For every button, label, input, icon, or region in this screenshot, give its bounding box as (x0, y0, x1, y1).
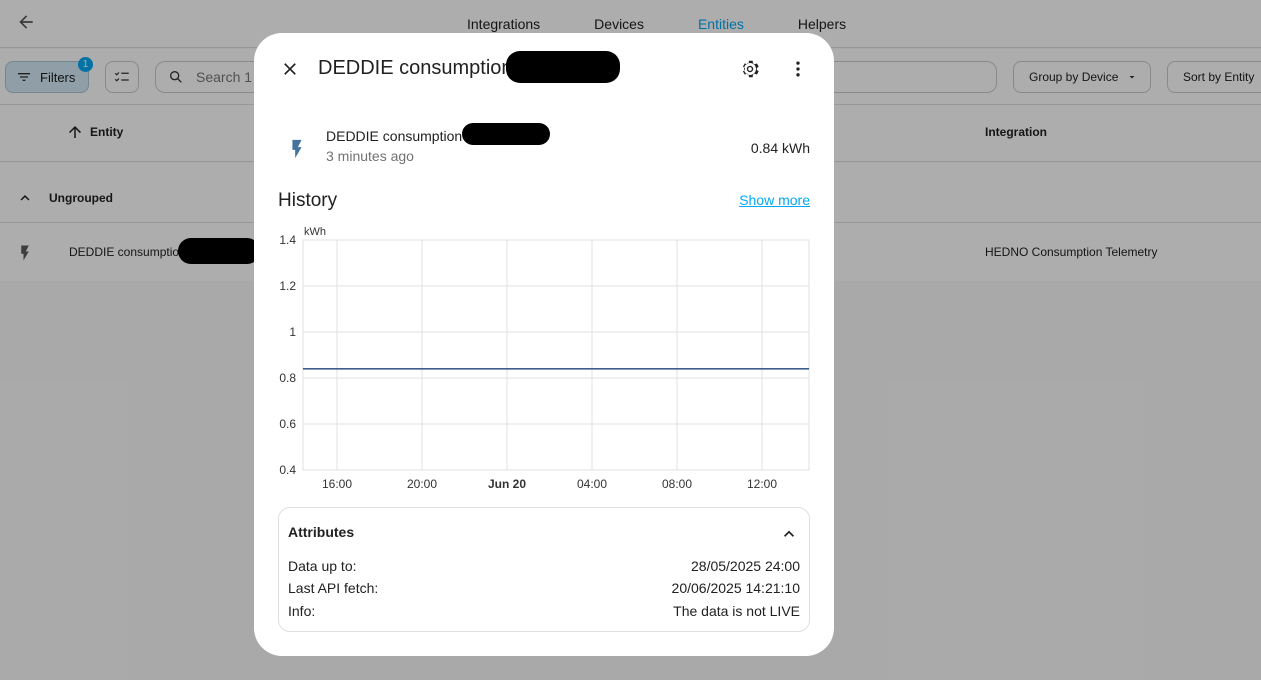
show-more-link[interactable]: Show more (739, 192, 810, 208)
state-value: 0.84 kWh (750, 140, 810, 156)
state-last-changed: 3 minutes ago (326, 148, 414, 164)
redaction-mark (506, 51, 620, 83)
close-icon (284, 63, 296, 75)
close-button[interactable] (276, 55, 304, 83)
chevron-up-icon[interactable] (779, 524, 799, 544)
x-tick-label: Jun 20 (488, 477, 526, 491)
redaction-mark (462, 123, 550, 145)
attribute-value: 28/05/2025 24:00 (691, 558, 800, 574)
attribute-row: Last API fetch: 20/06/2025 14:21:10 (288, 580, 800, 596)
y-tick-label: 0.8 (279, 371, 296, 385)
y-tick-label: 1.2 (279, 279, 296, 293)
y-tick-label: 1.4 (279, 233, 296, 247)
attribute-key: Data up to: (288, 558, 357, 574)
attributes-title[interactable]: Attributes (288, 524, 354, 540)
settings-button[interactable] (736, 55, 764, 83)
attribute-value: The data is not LIVE (673, 603, 800, 619)
x-tick-label: 16:00 (322, 477, 352, 491)
attribute-row: Info: The data is not LIVE (288, 603, 800, 619)
history-title: History (278, 190, 338, 211)
y-axis-unit: kWh (304, 226, 326, 238)
x-tick-label: 12:00 (747, 477, 777, 491)
history-chart[interactable]: 1.4 1.2 1 0.8 0.6 0.4 kWh 16:00 20:00 Jun 20 04:00… (254, 223, 834, 498)
x-tick-label: 04:00 (577, 477, 607, 491)
attribute-row: Data up to: 28/05/2025 24:00 (288, 558, 800, 574)
overflow-menu-button[interactable] (784, 55, 812, 83)
dots-vertical-icon (796, 61, 800, 77)
x-tick-label: 08:00 (662, 477, 692, 491)
flash-icon (292, 139, 302, 159)
attribute-value: 20/06/2025 14:21:10 (671, 580, 800, 596)
attribute-key: Info: (288, 603, 316, 619)
attribute-key: Last API fetch: (288, 580, 379, 596)
y-tick-label: 0.4 (279, 463, 296, 477)
y-tick-label: 1 (289, 325, 296, 339)
attributes-panel: Attributes Data up to: 28/05/2025 24:00 … (278, 507, 810, 632)
plot-frame (302, 239, 810, 471)
x-tick-label: 20:00 (407, 477, 437, 491)
state-entity-name: DEDDIE consumption (326, 128, 463, 144)
dialog-title: DEDDIE consumption (318, 57, 513, 79)
gear-icon (742, 60, 759, 78)
y-tick-label: 0.6 (279, 417, 296, 431)
more-info-dialog: DEDDIE consumption DEDDIE consumption 3 … (254, 33, 834, 656)
